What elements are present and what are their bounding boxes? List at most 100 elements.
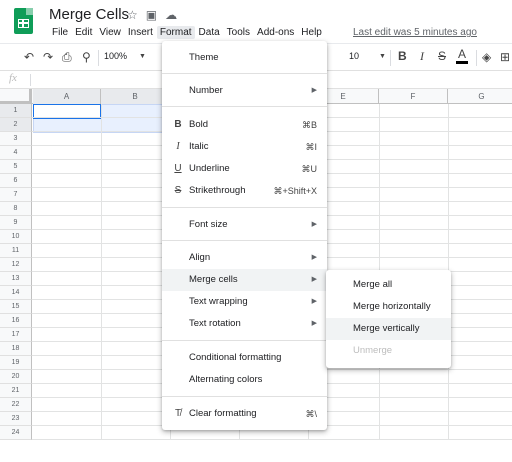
menu-tools[interactable]: Tools [224, 26, 253, 39]
menu-item-clear-formatting[interactable]: T̸ Clear formatting ⌘\ [162, 403, 327, 425]
menu-item-number[interactable]: Number ▶ [162, 80, 327, 102]
row-header[interactable]: 1 [0, 104, 32, 118]
menu-divider [162, 73, 327, 74]
menu-item-theme[interactable]: Theme [162, 47, 327, 69]
fx-icon: fx [9, 72, 17, 84]
menu-data[interactable]: Data [196, 26, 223, 39]
underline-icon: U [174, 163, 182, 174]
formula-divider [30, 74, 31, 86]
menu-edit[interactable]: Edit [72, 26, 95, 39]
zoom-select[interactable]: 100% [104, 51, 127, 61]
row-header[interactable]: 20 [0, 370, 32, 384]
menu-item-label: Merge cells [189, 274, 238, 285]
merge-cells-submenu: Merge all Merge horizontally Merge verti… [326, 270, 451, 368]
cloud-status-icon[interactable]: ☁ [165, 8, 177, 22]
move-folder-icon[interactable]: ▣ [146, 8, 157, 22]
menu-item-label: Strikethrough [189, 185, 246, 196]
title-icons: ☆ ▣ ☁ [127, 8, 177, 22]
menu-item-label: Number [189, 85, 223, 96]
row-header[interactable]: 7 [0, 188, 32, 202]
row-header[interactable]: 4 [0, 146, 32, 160]
zoom-dropdown-icon[interactable]: ▼ [139, 53, 146, 60]
menu-item-label: Alternating colors [189, 374, 263, 385]
row-header[interactable]: 9 [0, 216, 32, 230]
menu-item-strikethrough[interactable]: S Strikethrough ⌘+Shift+X [162, 180, 327, 202]
text-color-button[interactable]: A [456, 47, 469, 64]
row-header[interactable]: 10 [0, 230, 32, 244]
submenu-arrow-icon: ▶ [311, 276, 317, 283]
menu-item-align[interactable]: Align ▶ [162, 247, 327, 269]
menu-insert[interactable]: Insert [125, 26, 156, 39]
undo-icon[interactable]: ↶ [24, 50, 34, 64]
menu-view[interactable]: View [96, 26, 124, 39]
sheets-logo-icon[interactable] [14, 8, 33, 34]
menu-item-font-size[interactable]: Font size ▶ [162, 214, 327, 236]
row-header[interactable]: 6 [0, 174, 32, 188]
document-title[interactable]: Merge Cells [49, 6, 129, 23]
menu-item-text-wrapping[interactable]: Text wrapping ▶ [162, 291, 327, 313]
column-header-b[interactable]: B [101, 89, 170, 104]
star-icon[interactable]: ☆ [127, 8, 138, 22]
last-edit-link[interactable]: Last edit was 5 minutes ago [353, 27, 477, 38]
strikethrough-button[interactable]: S [438, 49, 446, 63]
row-header[interactable]: 16 [0, 314, 32, 328]
menu-item-bold[interactable]: B Bold ⌘B [162, 114, 327, 136]
column-header-g[interactable]: G [448, 89, 512, 104]
row-header[interactable]: 12 [0, 258, 32, 272]
strikethrough-icon: S [174, 185, 182, 196]
menu-file[interactable]: File [49, 26, 71, 39]
menu-divider [162, 240, 327, 241]
menu-divider [162, 207, 327, 208]
column-header-a[interactable]: A [33, 89, 101, 104]
menu-item-merge-all[interactable]: Merge all [326, 274, 451, 296]
submenu-arrow-icon: ▶ [311, 298, 317, 305]
submenu-arrow-icon: ▶ [311, 320, 317, 327]
menu-item-label: Font size [189, 219, 228, 230]
row-header[interactable]: 2 [0, 118, 32, 132]
row-header[interactable]: 21 [0, 384, 32, 398]
row-header[interactable]: 13 [0, 272, 32, 286]
redo-icon[interactable]: ↷ [43, 50, 53, 64]
menu-item-label: Text wrapping [189, 296, 248, 307]
row-header[interactable]: 17 [0, 328, 32, 342]
font-size-select[interactable]: 10 [349, 51, 359, 61]
shortcut-label: ⌘+Shift+X [273, 186, 317, 196]
menu-item-merge-cells[interactable]: Merge cells ▶ [162, 269, 327, 291]
menu-item-italic[interactable]: I Italic ⌘I [162, 136, 327, 158]
menu-item-text-rotation[interactable]: Text rotation ▶ [162, 313, 327, 335]
menubar: File Edit View Insert Format Data Tools … [49, 26, 326, 39]
menu-addons[interactable]: Add-ons [254, 26, 297, 39]
fill-color-icon[interactable]: ◈ [482, 50, 491, 64]
paint-format-icon[interactable]: ⚲ [82, 50, 91, 64]
menu-item-merge-horizontally[interactable]: Merge horizontally [326, 296, 451, 318]
row-header[interactable]: 14 [0, 286, 32, 300]
menu-item-label: Underline [189, 163, 230, 174]
column-header-f[interactable]: F [379, 89, 448, 104]
row-header[interactable]: 11 [0, 244, 32, 258]
italic-button[interactable]: I [420, 49, 424, 64]
menu-item-alternating-colors[interactable]: Alternating colors [162, 369, 327, 391]
borders-icon[interactable]: ⊞ [500, 50, 510, 64]
menu-item-label: Unmerge [353, 345, 393, 356]
row-header[interactable]: 18 [0, 342, 32, 356]
menu-item-label: Clear formatting [189, 408, 257, 419]
menu-format[interactable]: Format [156, 26, 195, 39]
select-all-corner[interactable] [0, 89, 32, 104]
row-header[interactable]: 24 [0, 426, 32, 440]
font-size-dropdown-icon[interactable]: ▼ [379, 53, 386, 60]
print-icon[interactable]: ⎙ [62, 50, 72, 65]
row-header[interactable]: 23 [0, 412, 32, 426]
row-header[interactable]: 22 [0, 398, 32, 412]
row-header[interactable]: 15 [0, 300, 32, 314]
menu-item-conditional-formatting[interactable]: Conditional formatting [162, 347, 327, 369]
row-header[interactable]: 19 [0, 356, 32, 370]
menu-item-unmerge: Unmerge [326, 340, 451, 362]
row-header[interactable]: 5 [0, 160, 32, 174]
menu-item-underline[interactable]: U Underline ⌘U [162, 158, 327, 180]
menu-help[interactable]: Help [298, 26, 325, 39]
row-header[interactable]: 8 [0, 202, 32, 216]
bold-button[interactable]: B [398, 49, 407, 63]
menu-item-label: Align [189, 252, 211, 263]
menu-item-merge-vertically[interactable]: Merge vertically [326, 318, 451, 340]
row-header[interactable]: 3 [0, 132, 32, 146]
